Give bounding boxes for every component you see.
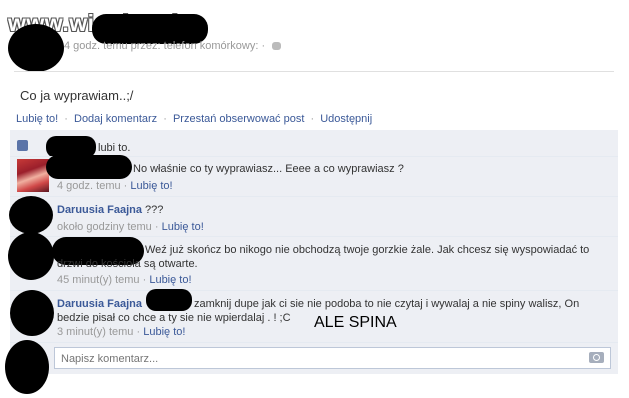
comment-like-link[interactable]: Lubię to! (130, 180, 172, 192)
comment-text-line2: drzwi do kościoła są otwarte. (57, 258, 198, 270)
post-divider-top (14, 71, 614, 72)
redacted-avatar-header (8, 24, 64, 72)
post-meta: 4 godz. temu przez: telefon komórkowy: · (64, 40, 282, 52)
camera-icon[interactable] (589, 352, 604, 363)
comment-input[interactable] (59, 349, 563, 369)
comment-text: ??? (145, 204, 164, 216)
post-actions: Lubię to! · Dodaj komentarz · Przestań o… (16, 113, 373, 125)
comment-body: Daruusia Faajna (57, 297, 142, 311)
unfollow-link[interactable]: Przestań obserwować post (173, 113, 304, 125)
comment-like-link[interactable]: Lubię to! (143, 326, 185, 338)
comment-author[interactable]: Daruusia Faajna (57, 298, 142, 310)
comment-meta: około godziny temu · Lubię to! (57, 221, 204, 233)
comment-input-box[interactable] (54, 347, 611, 369)
comment-time[interactable]: około godziny temu (57, 221, 152, 233)
comment-separator (10, 342, 618, 343)
comment-separator (10, 196, 618, 197)
redacted-avatar (8, 232, 54, 280)
comment-separator (10, 290, 618, 291)
comment-like-link[interactable]: Lubię to! (149, 274, 191, 286)
comment-meta: 45 minut(y) temu · Lubię to! (57, 274, 192, 286)
redacted-text (146, 289, 192, 311)
comment-time[interactable]: 3 minut(y) temu (57, 326, 133, 338)
overlay-annotation: ALE SPINA (314, 314, 397, 331)
share-link[interactable]: Udostępnij (320, 113, 372, 125)
likes-text: lubi to. (98, 142, 131, 154)
comment-meta: 4 godz. temu · Lubię to! (57, 180, 173, 192)
comment-text-line1: zamknij dupe jak ci sie nie podoba to ni… (194, 298, 580, 310)
redacted-avatar (9, 196, 53, 234)
post-time[interactable]: 4 godz. temu przez: telefon komórkowy: (64, 40, 258, 52)
like-link[interactable]: Lubię to! (16, 113, 58, 125)
comment-meta: 3 minut(y) temu · Lubię to! (57, 326, 186, 338)
friends-icon[interactable] (272, 42, 282, 51)
comment-author[interactable]: Daruusia Faajna (57, 204, 142, 216)
avatar[interactable] (17, 159, 49, 192)
redacted-author (46, 155, 132, 179)
comment-text: No właśnie co ty wyprawiasz... Eeee a co… (133, 163, 404, 175)
redacted-avatar-self (5, 340, 49, 394)
comment-like-link[interactable]: Lubię to! (162, 221, 204, 233)
comment-body: Daruusia Faajna ??? (57, 203, 163, 217)
post-text: Co ja wyprawiam..;/ (20, 88, 134, 103)
thumbs-up-icon (17, 140, 28, 151)
redacted-avatar (10, 290, 54, 336)
comment-time[interactable]: 45 minut(y) temu (57, 274, 140, 286)
comment-text-line1: Weź już skończ bo nikogo nie obchodzą tw… (145, 244, 590, 256)
comment-time[interactable]: 4 godz. temu (57, 180, 121, 192)
comment-text-line2: bedzie pisał co chce a ty sie nie wpierd… (57, 312, 291, 324)
add-comment-link[interactable]: Dodaj komentarz (74, 113, 157, 125)
